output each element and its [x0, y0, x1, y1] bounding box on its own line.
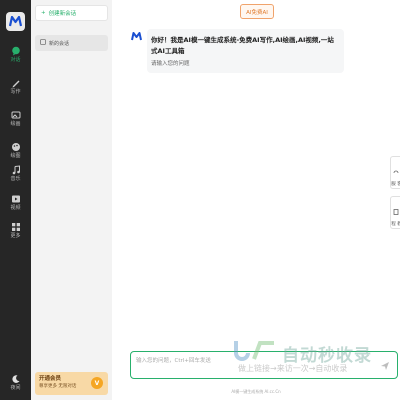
- footer-text: AI模一键生成系统 AI.cc.Cn: [231, 389, 281, 394]
- pen-icon: [11, 78, 21, 88]
- conversation-item[interactable]: 新的会话: [35, 35, 108, 51]
- chat-main: AI免费AI 你好！我是AI模一键生成系统-免费AI写作,AI绘画,AI视频,一…: [112, 0, 400, 400]
- video-icon: [11, 194, 21, 204]
- music-icon: [11, 165, 21, 175]
- customer-service-tab[interactable]: 客服: [390, 156, 400, 189]
- palette-icon: [11, 142, 21, 152]
- rail-item-music[interactable]: 音乐: [0, 165, 31, 189]
- rail-item-video[interactable]: 视频: [0, 194, 31, 218]
- rail-item-label: 更多: [10, 233, 21, 239]
- rail-item-label: 音乐: [10, 176, 21, 182]
- send-icon[interactable]: [379, 360, 391, 372]
- vip-badge-icon: V: [91, 377, 103, 389]
- theme-toggle-label: 夜间: [10, 385, 21, 391]
- left-rail: 对话 写作 绘画 绘图 音乐 视频 更多 夜间: [0, 0, 31, 400]
- plus-icon: +: [41, 10, 46, 16]
- tutorial-label: 教程: [390, 221, 400, 227]
- book-icon: [393, 200, 399, 219]
- chat-icon: [11, 46, 21, 56]
- rail-item-drawing[interactable]: 绘图: [0, 142, 31, 166]
- rail-item-painting[interactable]: 绘画: [0, 110, 31, 134]
- theme-toggle[interactable]: 夜间: [0, 374, 31, 398]
- new-chat-button[interactable]: + 创建新会话: [35, 5, 108, 21]
- conversation-title: 新的会话: [49, 40, 70, 47]
- bot-message-subtitle: 请输入您的问题: [151, 61, 190, 67]
- bot-message: 你好！我是AI模一键生成系统-免费AI写作,AI绘画,AI视频,一站式AI工具箱…: [147, 29, 344, 73]
- bot-avatar-icon: [131, 31, 142, 42]
- rail-item-more[interactable]: 更多: [0, 222, 31, 246]
- customer-service-label: 客服: [390, 181, 400, 187]
- free-ai-badge[interactable]: AI免费AI: [240, 4, 274, 19]
- chat-bubble-icon: [40, 39, 46, 47]
- rail-item-chat[interactable]: 对话: [0, 46, 31, 70]
- rail-item-label: 绘图: [10, 153, 21, 159]
- new-chat-label: 创建新会话: [48, 11, 77, 17]
- bot-message-title: 你好！我是AI模一键生成系统-免费AI写作,AI绘画,AI视频,一站式AI工具箱: [151, 36, 334, 55]
- moon-icon: [11, 374, 21, 384]
- rail-item-writing[interactable]: 写作: [0, 78, 31, 102]
- image-icon: [11, 110, 21, 120]
- message-input[interactable]: [136, 356, 366, 374]
- rail-item-label: 绘画: [10, 121, 21, 127]
- rail-item-label: 对话: [10, 57, 21, 63]
- logo-icon: [9, 16, 22, 27]
- conversation-panel: + 创建新会话 新的会话 开通会员 尊享更多 无限对话 V: [31, 0, 112, 400]
- tutorial-tab[interactable]: 教程: [390, 196, 400, 229]
- rail-item-label: 写作: [10, 89, 21, 95]
- rail-item-label: 视频: [10, 205, 21, 211]
- app-logo[interactable]: [6, 12, 25, 31]
- vip-card[interactable]: 开通会员 尊享更多 无限对话 V: [35, 372, 108, 395]
- headset-icon: [393, 160, 399, 179]
- message-input-box[interactable]: [130, 351, 398, 379]
- apps-icon: [11, 222, 21, 232]
